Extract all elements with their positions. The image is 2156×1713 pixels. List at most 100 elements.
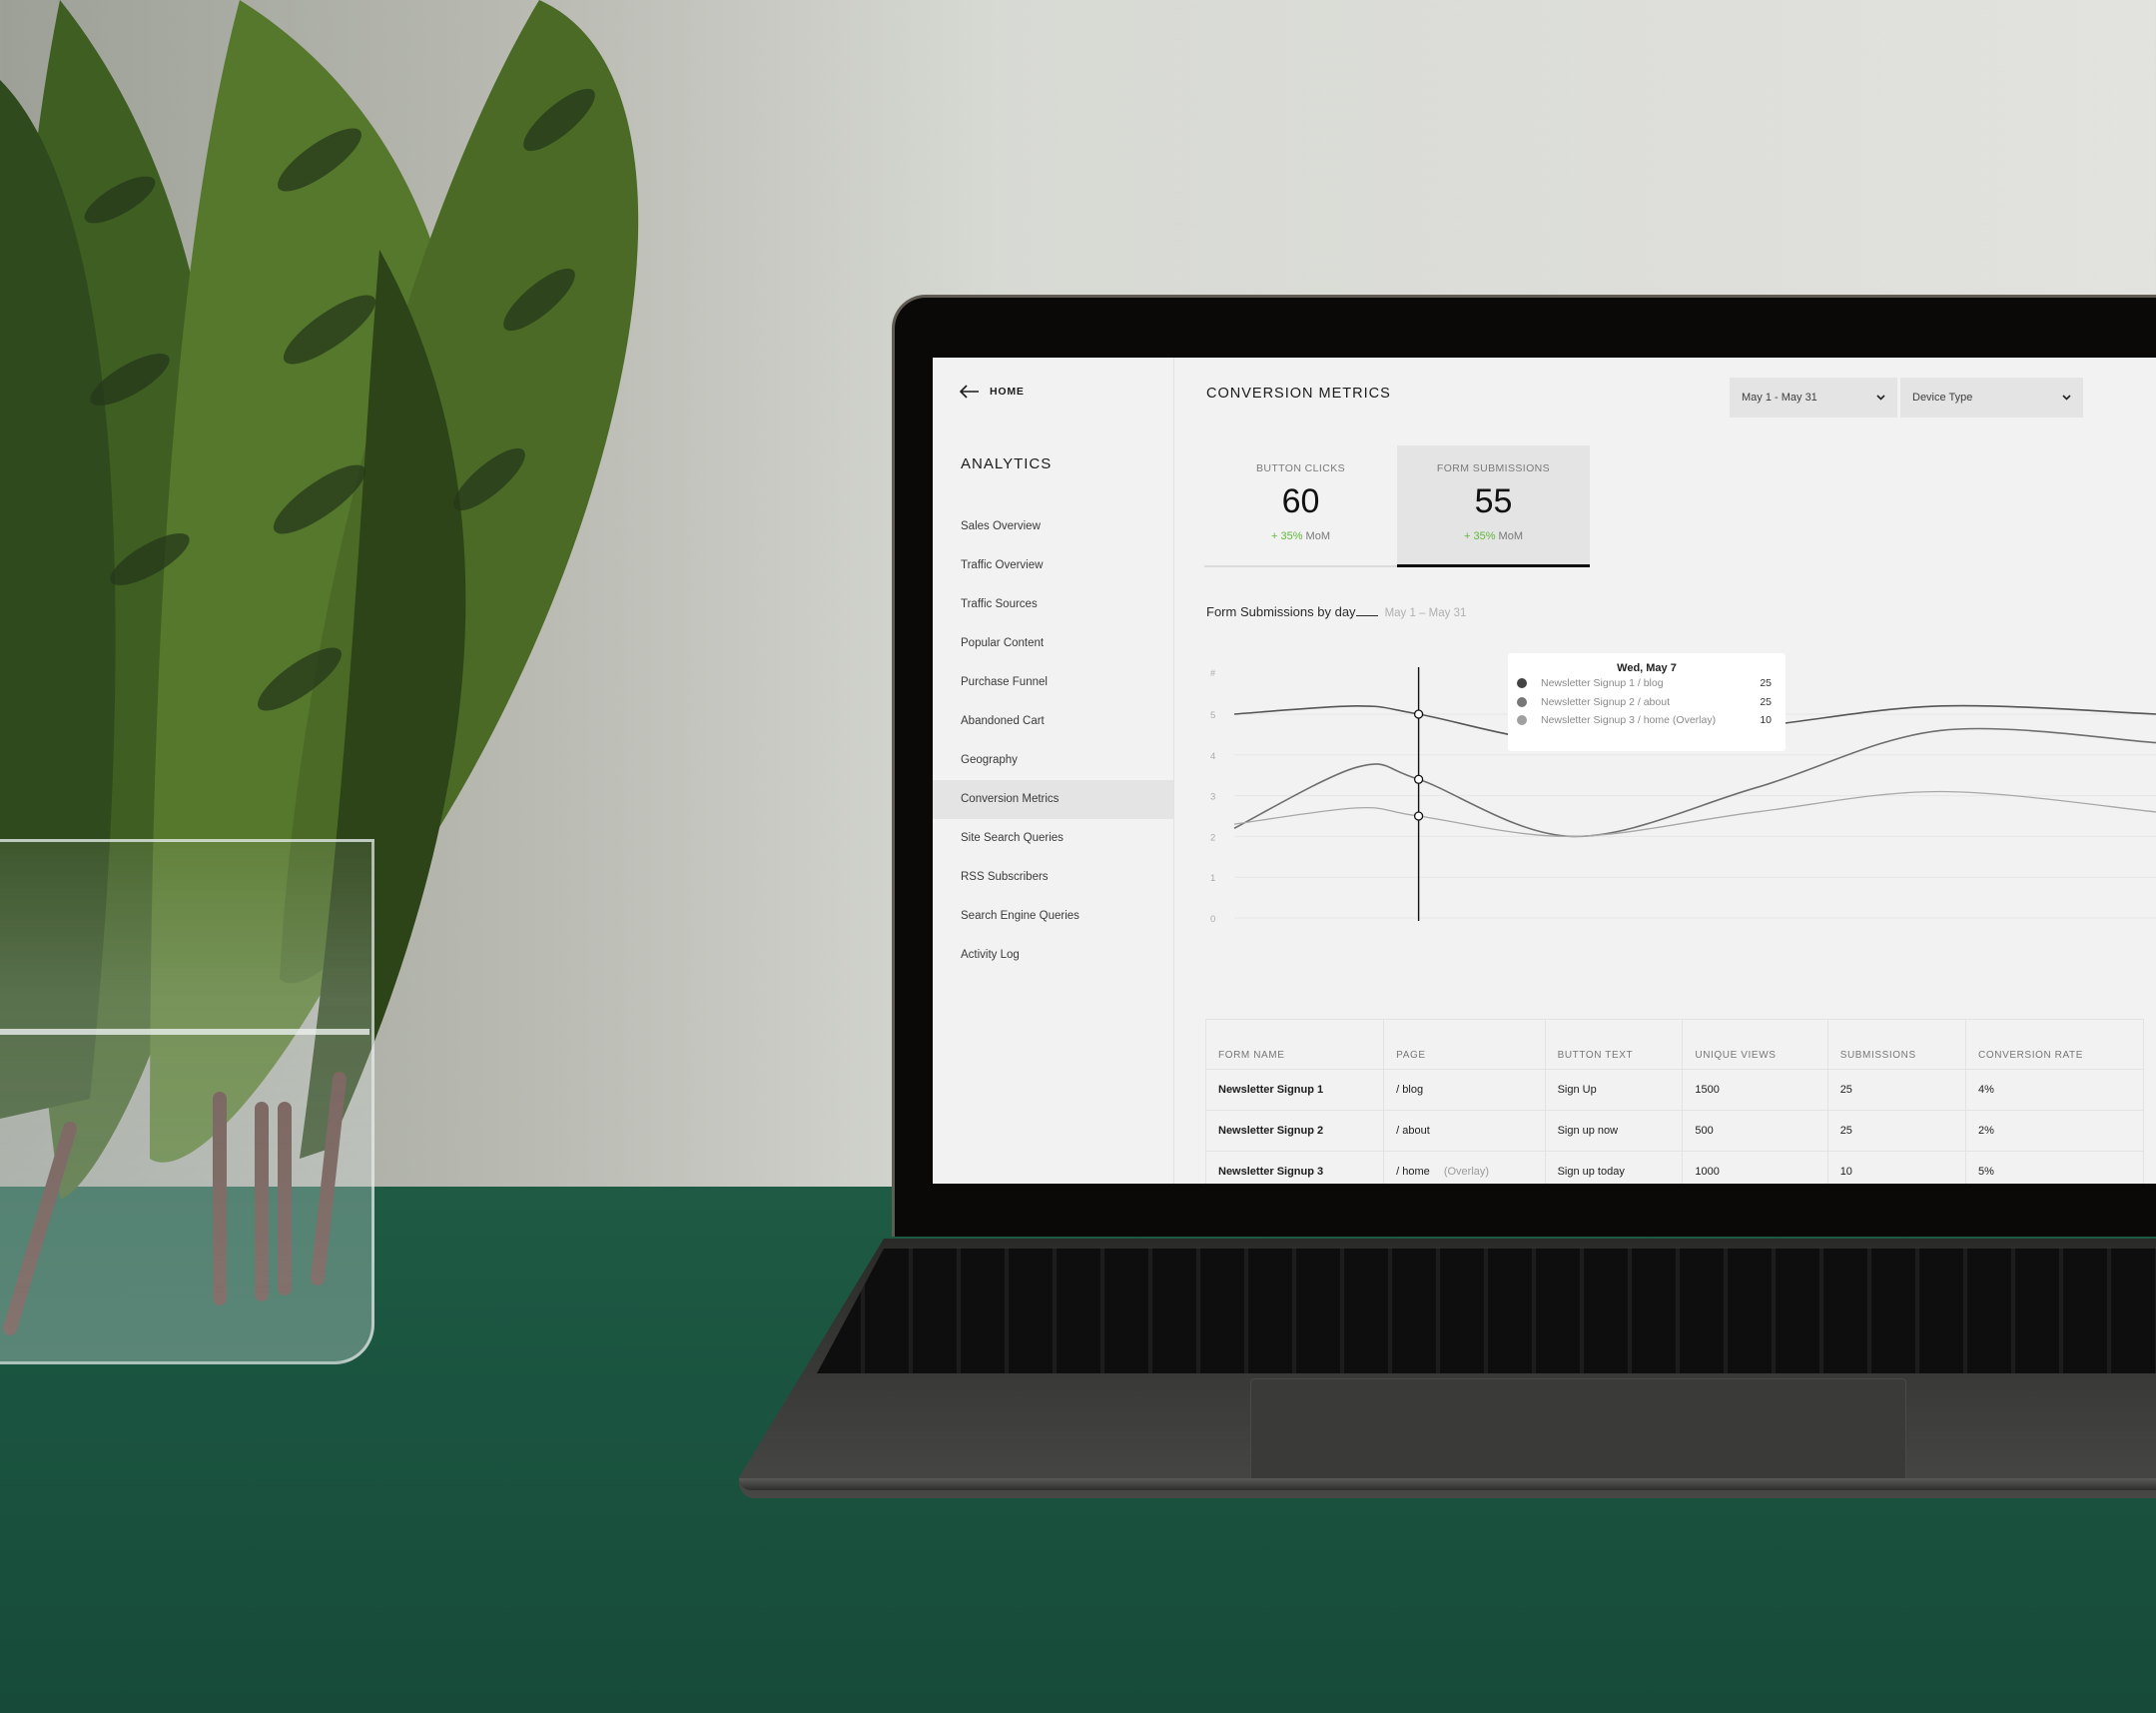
cell-form-name: Newsletter Signup 3 — [1204, 1151, 1385, 1184]
metric-card-button-clicks[interactable]: BUTTON CLICKS 60 + 35% MoM — [1204, 445, 1397, 567]
column-header-unique-views[interactable]: UNIQUE VIEWS — [1682, 1019, 1828, 1070]
tooltip-row: Newsletter Signup 1 / blog 25 — [1508, 674, 1786, 693]
metric-label: BUTTON CLICKS — [1255, 462, 1346, 474]
sidebar-title: ANALYTICS — [961, 455, 1053, 472]
date-range-value: May 1 - May 31 — [1742, 392, 1817, 404]
table-header-row: FORM NAME PAGE BUTTON TEXT UNIQUE VIEWS … — [1204, 1019, 2144, 1070]
sidebar-item-purchase-funnel[interactable]: Purchase Funnel — [933, 663, 1173, 702]
chart-title: Form Submissions by day — [1206, 604, 1356, 619]
sidebar-item-search-engine-queries[interactable]: Search Engine Queries — [933, 897, 1173, 936]
column-header-submissions[interactable]: SUBMISSIONS — [1826, 1019, 1967, 1070]
cell-submissions: 25 — [1826, 1069, 1967, 1111]
sidebar-item-rss-subscribers[interactable]: RSS Subscribers — [933, 858, 1173, 897]
sidebar-nav: Sales Overview Traffic Overview Traffic … — [933, 507, 1173, 975]
cell-conversion-rate: 4% — [1965, 1069, 2144, 1111]
chart-date-range: May 1 – May 31 — [1384, 607, 1467, 619]
page-path: / blog — [1396, 1084, 1424, 1096]
cell-page: / about — [1383, 1110, 1546, 1152]
home-back-link[interactable]: HOME — [960, 385, 1025, 399]
page-path: / home — [1396, 1166, 1430, 1178]
sidebar-item-traffic-overview[interactable]: Traffic Overview — [933, 546, 1173, 585]
metric-delta-suffix: MoM — [1498, 530, 1523, 542]
cell-button-text: Sign Up — [1544, 1069, 1684, 1111]
y-tick-label: 1 — [1210, 873, 1215, 884]
tooltip-series-value: 25 — [1760, 677, 1772, 690]
hover-point-marker — [1413, 709, 1424, 719]
hover-point-marker — [1413, 774, 1424, 784]
vase-waterline — [0, 1029, 369, 1035]
cell-page: / blog — [1383, 1069, 1546, 1111]
page-note: (Overlay) — [1443, 1166, 1490, 1178]
cell-conversion-rate: 2% — [1965, 1110, 2144, 1152]
y-tick-label: 4 — [1210, 751, 1215, 762]
series-dot-icon — [1517, 696, 1527, 707]
page-path: / about — [1396, 1125, 1430, 1137]
glass-vase — [0, 839, 374, 1364]
column-header-button-text[interactable]: BUTTON TEXT — [1544, 1019, 1684, 1070]
y-tick-label: 3 — [1210, 792, 1215, 803]
table-row[interactable]: Newsletter Signup 1 / blog Sign Up 1500 … — [1204, 1069, 2144, 1111]
metric-value: 55 — [1474, 482, 1513, 520]
sidebar-item-abandoned-cart[interactable]: Abandoned Cart — [933, 702, 1173, 741]
tooltip-date: Wed, May 7 — [1617, 662, 1677, 674]
column-header-page[interactable]: PAGE — [1383, 1019, 1546, 1070]
table-row[interactable]: Newsletter Signup 2 / about Sign up now … — [1204, 1110, 2144, 1152]
cell-button-text: Sign up now — [1544, 1110, 1684, 1152]
tooltip-series-name: Newsletter Signup 1 / blog — [1541, 677, 1664, 690]
metric-delta-suffix: MoM — [1305, 530, 1330, 542]
forms-table: FORM NAME PAGE BUTTON TEXT UNIQUE VIEWS … — [1204, 1019, 2144, 1184]
y-tick-label: 2 — [1210, 832, 1215, 843]
cell-page: / home (Overlay) — [1383, 1151, 1546, 1184]
tooltip-series-name: Newsletter Signup 2 / about — [1541, 695, 1670, 708]
sidebar-item-traffic-sources[interactable]: Traffic Sources — [933, 585, 1173, 624]
y-axis-ticks: 0 1 2 3 4 5 — [1210, 710, 1215, 925]
device-type-dropdown[interactable]: Device Type — [1900, 378, 2083, 418]
arrow-left-icon — [960, 385, 979, 399]
sidebar-item-geography[interactable]: Geography — [933, 741, 1173, 780]
page-title: CONVERSION METRICS — [1206, 386, 1391, 402]
metric-cards: BUTTON CLICKS 60 + 35% MoM FORM SUBMISSI… — [1204, 445, 1590, 567]
date-range-dropdown[interactable]: May 1 - May 31 — [1730, 378, 1897, 418]
cell-button-text: Sign up today — [1544, 1151, 1684, 1184]
metric-delta-percent: + 35% — [1270, 530, 1303, 542]
metric-card-form-submissions[interactable]: FORM SUBMISSIONS 55 + 35% MoM — [1397, 445, 1590, 567]
sidebar-item-conversion-metrics[interactable]: Conversion Metrics — [933, 780, 1173, 819]
series-line-3 — [1233, 790, 2156, 838]
filter-bar: May 1 - May 31 Device Type — [1730, 378, 2083, 418]
y-tick-label: 5 — [1210, 710, 1215, 721]
laptop-base-edge — [739, 1478, 2156, 1490]
sidebar-item-sales-overview[interactable]: Sales Overview — [933, 507, 1173, 546]
metric-value: 60 — [1281, 482, 1320, 520]
cell-unique-views: 1500 — [1682, 1069, 1828, 1111]
cell-form-name: Newsletter Signup 2 — [1204, 1110, 1385, 1152]
chevron-down-icon — [1876, 395, 1885, 401]
metric-label: FORM SUBMISSIONS — [1436, 462, 1551, 474]
cell-submissions: 25 — [1826, 1110, 1967, 1152]
hover-indicator — [1413, 667, 1424, 921]
sidebar-item-popular-content[interactable]: Popular Content — [933, 624, 1173, 663]
metric-delta: + 35% MoM — [1204, 530, 1397, 542]
tooltip-row: Newsletter Signup 3 / home (Overlay) 10 — [1508, 711, 1786, 730]
tooltip-series-value: 10 — [1760, 714, 1772, 727]
chart-title-underline — [1355, 615, 1378, 616]
sidebar-item-site-search-queries[interactable]: Site Search Queries — [933, 819, 1173, 858]
tooltip-row: Newsletter Signup 2 / about 25 — [1508, 693, 1786, 712]
sidebar: HOME ANALYTICS Sales Overview Traffic Ov… — [933, 358, 1174, 1184]
cell-unique-views: 1000 — [1682, 1151, 1828, 1184]
laptop-keyboard — [817, 1249, 2156, 1373]
chart-heading: Form Submissions by day May 1 – May 31 — [1206, 604, 1466, 619]
cell-submissions: 10 — [1826, 1151, 1967, 1184]
series-dot-icon — [1517, 715, 1527, 726]
cell-conversion-rate: 5% — [1965, 1151, 2144, 1184]
device-type-value: Device Type — [1912, 392, 1973, 404]
sidebar-item-activity-log[interactable]: Activity Log — [933, 936, 1173, 975]
column-header-conversion-rate[interactable]: CONVERSION RATE — [1965, 1019, 2144, 1070]
table-row[interactable]: Newsletter Signup 3 / home (Overlay) Sign… — [1204, 1151, 2144, 1184]
tooltip-series-name: Newsletter Signup 3 / home (Overlay) — [1541, 714, 1717, 727]
home-label: HOME — [990, 386, 1025, 398]
cell-form-name: Newsletter Signup 1 — [1204, 1069, 1385, 1111]
column-header-form-name[interactable]: FORM NAME — [1204, 1019, 1385, 1070]
tooltip-series-value: 25 — [1760, 695, 1772, 708]
y-axis-label: # — [1210, 668, 1215, 678]
metric-delta: + 35% MoM — [1397, 530, 1590, 542]
